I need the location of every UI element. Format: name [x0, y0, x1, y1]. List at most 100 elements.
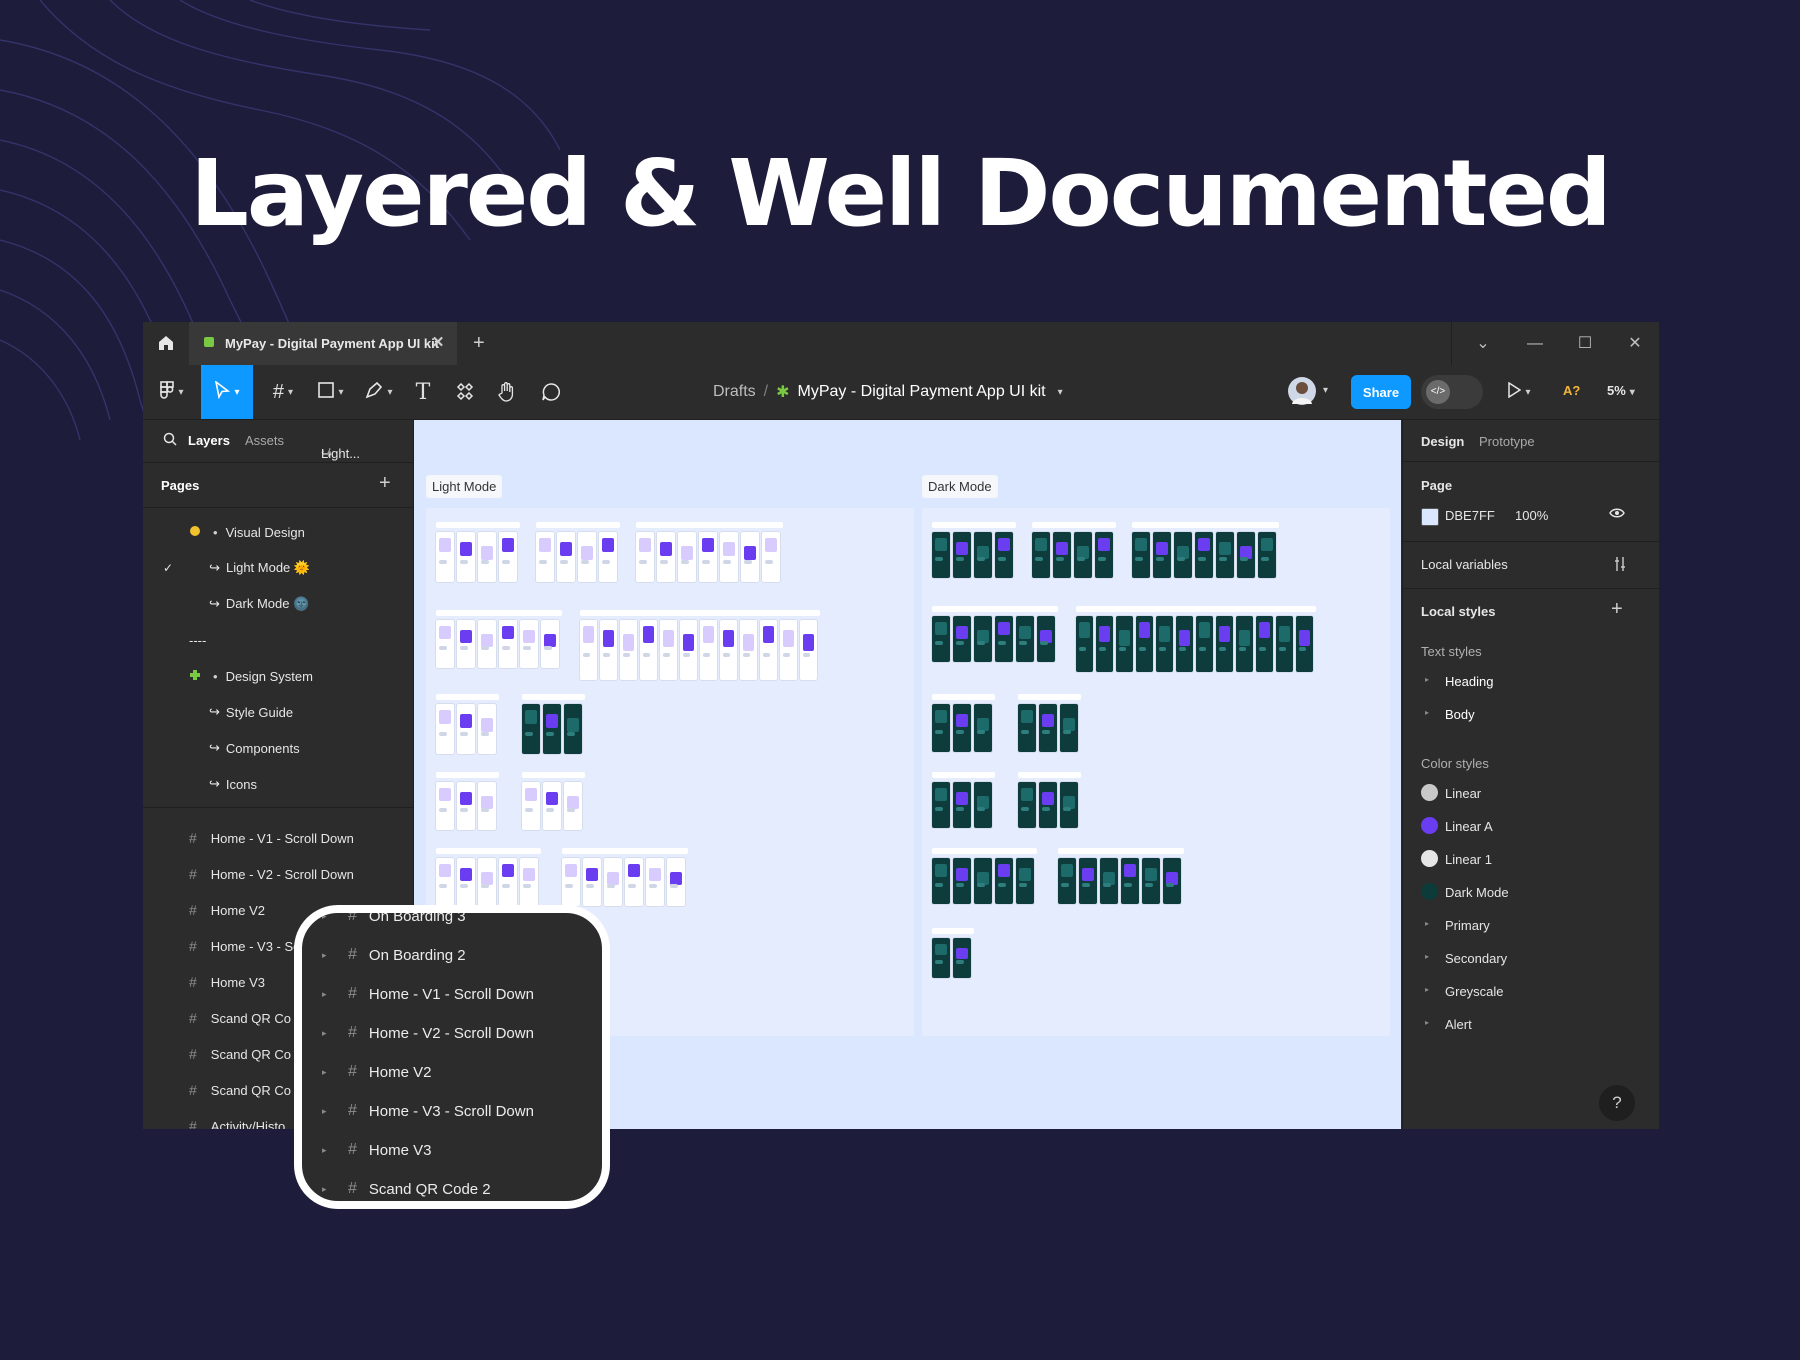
screen-thumbnail[interactable]	[1216, 532, 1234, 578]
screen-thumbnail[interactable]	[1116, 616, 1133, 672]
callout-layer-row[interactable]: ▸ # Home - V1 - Scroll Down	[302, 977, 602, 1011]
section-label-dark-mode[interactable]: Dark Mode	[922, 475, 998, 498]
screen-thumbnail[interactable]	[953, 532, 971, 578]
screen-thumbnail[interactable]	[1076, 616, 1093, 672]
screen-thumbnail[interactable]	[720, 532, 738, 582]
screen-thumbnail[interactable]	[1018, 782, 1036, 828]
tab-layers[interactable]: Layers	[188, 433, 230, 448]
screen-thumbnail[interactable]	[1296, 616, 1313, 672]
screen-thumbnail[interactable]	[1096, 616, 1113, 672]
dark-mode-section[interactable]	[922, 508, 1390, 1036]
sliders-icon[interactable]	[1613, 556, 1627, 575]
new-tab-icon[interactable]: +	[473, 332, 485, 355]
screen-thumbnail[interactable]	[932, 858, 950, 904]
screen-thumbnail[interactable]	[699, 532, 717, 582]
screen-thumbnail[interactable]	[1142, 858, 1160, 904]
screen-thumbnail[interactable]	[583, 858, 601, 906]
screen-thumbnail[interactable]	[580, 620, 597, 680]
screen-thumbnail[interactable]	[741, 532, 759, 582]
screen-thumbnail[interactable]	[657, 532, 675, 582]
screen-thumbnail[interactable]	[564, 704, 582, 754]
screen-thumbnail[interactable]	[660, 620, 677, 680]
screen-thumbnail[interactable]	[932, 938, 950, 978]
screen-thumbnail[interactable]	[604, 858, 622, 906]
screen-thumbnail[interactable]	[1039, 782, 1057, 828]
screen-thumbnail[interactable]	[436, 532, 454, 582]
section-label-light-mode[interactable]: Light Mode	[426, 475, 503, 498]
close-window-icon[interactable]: ✕	[1623, 332, 1647, 356]
add-style-icon[interactable]: +	[1611, 598, 1623, 621]
breadcrumb-drafts[interactable]: Drafts	[713, 383, 756, 401]
screen-thumbnail[interactable]	[636, 532, 654, 582]
screen-thumbnail[interactable]	[953, 616, 971, 662]
screen-thumbnail[interactable]	[564, 782, 582, 830]
color-style-group[interactable]: ▸ Greyscale	[1403, 976, 1659, 1006]
screen-thumbnail[interactable]	[1037, 616, 1055, 662]
layer-row[interactable]: # Home - V2 - Scroll Down	[143, 856, 413, 892]
screen-thumbnail[interactable]	[499, 620, 517, 668]
page-item-icons[interactable]: ↪ Icons	[143, 766, 413, 802]
page-item-separator[interactable]: ----	[143, 622, 413, 658]
screen-thumbnail[interactable]	[478, 532, 496, 582]
screen-thumbnail[interactable]	[499, 858, 517, 906]
screen-thumbnail[interactable]	[600, 620, 617, 680]
screen-thumbnail[interactable]	[953, 704, 971, 752]
screen-thumbnail[interactable]	[974, 704, 992, 752]
text-tool-icon[interactable]: T	[405, 365, 441, 419]
screen-thumbnail[interactable]	[760, 620, 777, 680]
page-item-light-mode[interactable]: ✓ ↪ Light Mode 🌞	[143, 550, 413, 586]
main-menu-button[interactable]: ▾	[151, 365, 193, 419]
color-style-group[interactable]: ▸ Alert	[1403, 1009, 1659, 1039]
color-style-group[interactable]: ▸ Primary	[1403, 910, 1659, 940]
screen-thumbnail[interactable]	[457, 782, 475, 830]
breadcrumb-file-name[interactable]: MyPay - Digital Payment App UI kit	[798, 383, 1046, 401]
screen-thumbnail[interactable]	[457, 858, 475, 906]
screen-thumbnail[interactable]	[1060, 782, 1078, 828]
tab-assets[interactable]: Assets	[245, 433, 284, 448]
eye-icon[interactable]	[1609, 506, 1625, 523]
color-style-item[interactable]: Linear A	[1403, 811, 1659, 841]
screen-thumbnail[interactable]	[974, 782, 992, 828]
screen-thumbnail[interactable]	[543, 704, 561, 754]
screen-thumbnail[interactable]	[543, 782, 561, 830]
help-button[interactable]: ?	[1599, 1085, 1635, 1121]
callout-layer-row[interactable]: ▸ # Home V3	[302, 1133, 602, 1167]
screen-thumbnail[interactable]	[1079, 858, 1097, 904]
add-page-icon[interactable]: +	[379, 472, 391, 495]
pen-tool-button[interactable]: ▾	[357, 365, 401, 419]
screen-thumbnail[interactable]	[1058, 858, 1076, 904]
screen-thumbnail[interactable]	[800, 620, 817, 680]
screen-thumbnail[interactable]	[522, 782, 540, 830]
screen-thumbnail[interactable]	[678, 532, 696, 582]
chevron-down-icon[interactable]: ▾	[1323, 385, 1328, 396]
color-style-item[interactable]: Linear	[1403, 778, 1659, 808]
screen-thumbnail[interactable]	[932, 616, 950, 662]
screen-thumbnail[interactable]	[1156, 616, 1173, 672]
chevron-down-icon[interactable]: ⌄	[1471, 332, 1495, 356]
screen-thumbnail[interactable]	[522, 704, 540, 754]
screen-thumbnail[interactable]	[974, 532, 992, 578]
screen-thumbnail[interactable]	[995, 616, 1013, 662]
file-tab[interactable]: MyPay - Digital Payment App UI kit ✕	[189, 322, 457, 365]
avatar[interactable]	[1288, 377, 1316, 405]
components-icon[interactable]	[447, 365, 483, 419]
chevron-down-icon[interactable]: ▾	[1058, 387, 1063, 398]
screen-thumbnail[interactable]	[478, 782, 496, 830]
screen-thumbnail[interactable]	[932, 782, 950, 828]
screen-thumbnail[interactable]	[640, 620, 657, 680]
screen-thumbnail[interactable]	[541, 620, 559, 668]
page-item-visual-design[interactable]: • Visual Design	[143, 514, 413, 550]
move-tool-button[interactable]: ▾	[201, 365, 253, 419]
maximize-icon[interactable]: ☐	[1573, 332, 1597, 356]
page-item-style-guide[interactable]: ↪ Style Guide	[143, 694, 413, 730]
color-style-group[interactable]: ▸ Secondary	[1403, 943, 1659, 973]
screen-thumbnail[interactable]	[780, 620, 797, 680]
page-item-dark-mode[interactable]: ↪ Dark Mode 🌚	[143, 586, 413, 622]
home-icon[interactable]	[153, 330, 179, 356]
screen-thumbnail[interactable]	[625, 858, 643, 906]
screen-thumbnail[interactable]	[953, 938, 971, 978]
screen-thumbnail[interactable]	[436, 620, 454, 668]
layer-row[interactable]: # Home - V1 - Scroll Down	[143, 820, 413, 856]
screen-thumbnail[interactable]	[499, 532, 517, 582]
screen-thumbnail[interactable]	[762, 532, 780, 582]
